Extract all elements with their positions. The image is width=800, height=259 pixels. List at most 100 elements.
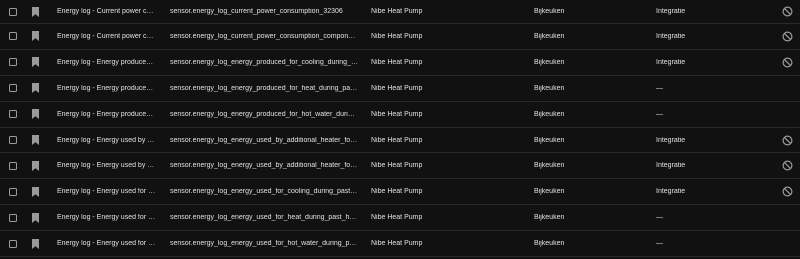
row-checkbox-cell[interactable] [7,153,19,178]
bookmark-icon [30,0,40,23]
status-cell [780,231,794,256]
table-row[interactable]: Energy log - Energy produced for ... sen… [0,50,800,76]
name-text: Energy log - Energy used for cooli... [57,188,156,196]
entity-id-text: sensor.energy_log_energy_used_for_heat_d… [170,214,358,222]
area-name: Bijkeuken [534,128,624,153]
row-checkbox-cell[interactable] [7,102,19,127]
entity-name: Energy log - Current power consu... [57,24,156,49]
integration-name: Integratie [656,128,756,153]
area-name: Bijkeuken [534,24,624,49]
integration-name: Integratie [656,153,756,178]
device-text: Nibe Heat Pump [371,162,423,170]
bookmark-icon [30,102,40,127]
entity-id-text: sensor.energy_log_current_power_consumpt… [170,32,358,40]
device-name: Nibe Heat Pump [371,205,471,230]
row-checkbox-cell[interactable] [7,205,19,230]
entity-id-text: sensor.energy_log_energy_used_for_hot_wa… [170,240,358,248]
bookmark-icon [30,128,40,153]
row-checkbox-cell[interactable] [7,231,19,256]
device-text: Nibe Heat Pump [371,240,423,248]
entity-id: sensor.energy_log_current_power_consumpt… [170,24,358,49]
device-text: Nibe Heat Pump [371,188,423,196]
integration-text: — [656,214,663,222]
area-text: Bijkeuken [534,240,565,248]
disabled-icon [781,6,793,17]
device-text: Nibe Heat Pump [371,214,423,222]
row-checkbox-cell[interactable] [7,76,19,101]
entity-id: sensor.energy_log_energy_produced_for_he… [170,76,358,101]
entity-id-text: sensor.energy_log_energy_used_by_additio… [170,136,358,144]
status-cell [780,179,794,204]
table-row[interactable]: Energy log - Energy used for cooli... se… [0,179,800,206]
status-cell [780,24,794,49]
device-name: Nibe Heat Pump [371,102,471,127]
integration-name: Integratie [656,50,756,75]
entity-id-text: sensor.energy_log_energy_used_by_additio… [170,162,358,170]
area-name: Bijkeuken [534,0,624,23]
entity-id-text: sensor.energy_log_energy_produced_for_ho… [170,110,358,118]
table-row[interactable]: Energy log - Energy used for hot ... sen… [0,231,800,258]
row-checkbox[interactable] [9,32,17,41]
device-name: Nibe Heat Pump [371,76,471,101]
disabled-icon [781,31,793,42]
device-name: Nibe Heat Pump [371,153,471,178]
integration-text: Integratie [656,32,686,40]
integration-name: Integratie [656,179,756,204]
device-name: Nibe Heat Pump [371,128,471,153]
area-text: Bijkeuken [534,162,565,170]
table-row[interactable]: Energy log - Energy used by additi... se… [0,128,800,154]
integration-text: — [656,240,663,248]
table-row[interactable]: Energy log - Energy used for heat ... se… [0,205,800,232]
table-row[interactable]: Energy log - Energy produced for ... sen… [0,76,800,102]
area-text: Bijkeuken [534,136,565,144]
status-cell [780,128,794,153]
integration-name: — [656,76,756,101]
device-name: Nibe Heat Pump [371,231,471,256]
area-name: Bijkeuken [534,205,624,230]
name-text: Energy log - Current power consu... [57,8,156,15]
table-row[interactable]: Energy log - Energy produced for ... sen… [0,102,800,128]
row-checkbox[interactable] [9,161,17,170]
integration-text: Integratie [656,162,686,170]
row-checkbox[interactable] [9,84,17,93]
table-row[interactable]: Energy log - Energy used by additi... se… [0,153,800,180]
row-checkbox[interactable] [9,136,17,144]
area-name: Bijkeuken [534,179,624,204]
device-text: Nibe Heat Pump [371,58,423,66]
entity-id: sensor.energy_log_current_power_consumpt… [170,0,358,23]
entity-id: sensor.energy_log_energy_used_by_additio… [170,128,358,153]
row-checkbox[interactable] [9,58,17,67]
row-checkbox-cell[interactable] [7,128,19,153]
name-text: Energy log - Current power consu... [57,32,156,40]
bookmark-icon [30,205,40,230]
row-checkbox[interactable] [9,187,17,196]
integration-name: — [656,205,756,230]
table-row[interactable]: Energy log - Current power consu... sens… [0,24,800,50]
row-checkbox-cell[interactable] [7,24,19,49]
integration-text: Integratie [656,8,686,15]
disabled-icon [781,186,793,197]
device-text: Nibe Heat Pump [371,136,423,144]
row-checkbox[interactable] [9,7,17,16]
entity-id: sensor.energy_log_energy_produced_for_co… [170,50,358,75]
entity-name: Energy log - Energy used for hot ... [57,231,156,256]
integration-name: Integratie [656,0,756,23]
entity-id: sensor.energy_log_energy_produced_for_ho… [170,102,358,127]
entity-name: Energy log - Energy produced for ... [57,102,156,127]
row-checkbox-cell[interactable] [7,0,19,23]
entity-id: sensor.energy_log_energy_used_by_additio… [170,153,358,178]
row-checkbox[interactable] [9,239,17,248]
disabled-icon [781,160,793,171]
bookmark-icon [30,76,40,101]
device-name: Nibe Heat Pump [371,24,471,49]
device-text: Nibe Heat Pump [371,8,423,15]
table-row[interactable]: Energy log - Current power consu... sens… [0,0,800,24]
status-cell [780,153,794,178]
row-checkbox[interactable] [9,213,17,222]
entity-name: Energy log - Energy used for cooli... [57,179,156,204]
row-checkbox[interactable] [9,110,17,119]
row-checkbox-cell[interactable] [7,50,19,75]
disabled-icon [781,57,793,68]
row-checkbox-cell[interactable] [7,179,19,204]
table-body: Energy log - Current power consu... sens… [0,0,800,258]
